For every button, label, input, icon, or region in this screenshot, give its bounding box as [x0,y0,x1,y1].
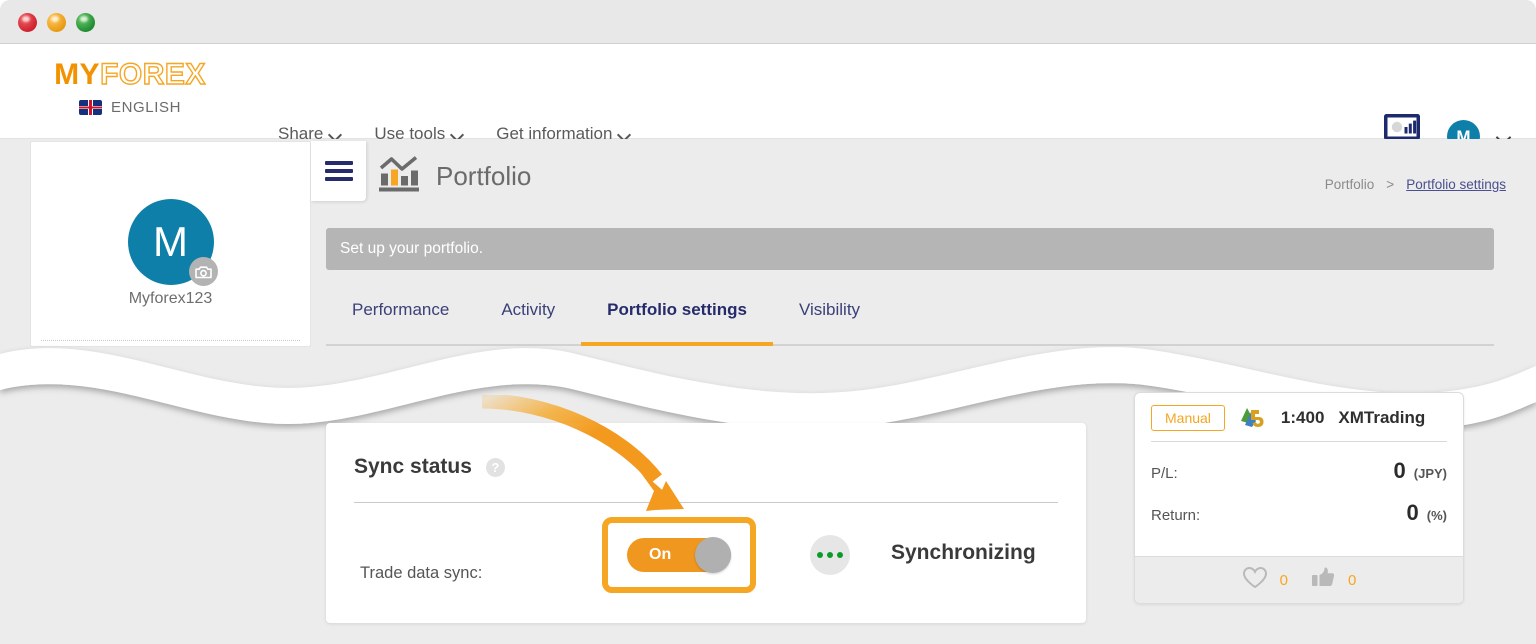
language-label: ENGLISH [110,99,182,116]
pl-value: 0 [1393,458,1406,483]
pl-unit: (JPY) [1413,466,1447,481]
tab-bar: Performance Activity Portfolio settings … [326,300,1494,346]
close-button[interactable] [18,13,37,32]
thumbs-up-count: 0 [1348,571,1357,589]
sidebar-toggle-button[interactable] [311,141,366,201]
divider [41,340,300,341]
return-label: Return: [1151,507,1201,524]
profile-avatar[interactable]: M [127,199,218,286]
tab-performance[interactable]: Performance [326,300,475,344]
thumbs-up-action[interactable]: 0 [1310,566,1356,594]
trade-data-sync-label: Trade data sync: [360,563,483,582]
chevron-down-icon [619,129,629,139]
camera-icon[interactable] [188,257,218,286]
question-mark-icon[interactable]: ? [485,457,505,477]
language-selector[interactable]: ENGLISH [30,99,230,116]
leverage-value: 1:400 [1280,408,1325,427]
tab-activity[interactable]: Activity [475,300,581,344]
return-unit: (%) [1426,508,1447,523]
return-value: 0 [1406,500,1419,525]
breadcrumb-current[interactable]: Portfolio settings [1406,177,1506,192]
status-badge: Manual [1151,405,1225,431]
brand-logo-forex: FOREX [99,58,206,91]
page-title-row: Portfolio [378,155,531,198]
bar-chart-icon [378,155,420,198]
dot [816,551,824,559]
breadcrumb: Portfolio > Portfolio settings [1325,177,1506,192]
dot [836,551,844,559]
profile-username: Myforex123 [128,290,213,307]
window-controls [18,13,95,32]
maximize-button[interactable] [76,13,95,32]
sync-status-title: Sync status [354,455,472,478]
toggle-state-label: On [649,546,672,563]
uk-flag-icon [78,100,102,115]
breadcrumb-separator: > [1386,177,1395,192]
sidebar-profile-card: M Myforex123 [30,141,311,347]
heart-count: 0 [1279,571,1288,589]
like-heart-action[interactable]: 0 [1242,566,1288,594]
notice-banner: Set up your portfolio. [326,228,1494,270]
toggle-knob[interactable] [695,537,731,573]
table-row: P/L: 0 (JPY) [1135,442,1463,484]
window-titlebar [0,0,1536,44]
mt5-logo-icon [1239,405,1267,431]
tab-label: Portfolio settings [607,300,747,319]
account-card: Manual 1:400 XMTrading P/L: 0 (JPY) Retu… [1134,392,1464,604]
sync-status-text: Synchronizing [891,541,1036,564]
chevron-down-icon [452,129,462,139]
account-card-header: Manual 1:400 XMTrading [1135,393,1463,441]
dot [826,551,834,559]
pl-label: P/L: [1151,465,1178,482]
minimize-button[interactable] [47,13,66,32]
profile-avatar-initial: M [153,218,188,265]
page-title: Portfolio [436,161,532,191]
app-window: MYFOREX ENGLISH Share Use tools Get info… [0,0,1536,644]
three-dots-icon [810,535,850,575]
tab-visibility[interactable]: Visibility [773,300,886,344]
heart-icon [1242,566,1268,594]
brand-logo[interactable]: MYFOREX ENGLISH [30,58,230,116]
hamburger-menu-icon [324,157,353,185]
thumbs-up-icon [1310,566,1336,594]
avatar-wrapper: M [127,199,218,286]
tab-label: Activity [501,300,556,319]
broker-name: XMTrading [1338,408,1426,427]
tab-label: Visibility [798,300,861,319]
tab-label: Performance [352,300,450,319]
site-header: MYFOREX ENGLISH Share Use tools Get info… [0,44,1536,154]
breadcrumb-root[interactable]: Portfolio [1325,177,1375,192]
tab-portfolio-settings[interactable]: Portfolio settings [581,300,773,346]
account-card-footer: 0 0 [1135,556,1463,603]
chevron-down-icon [330,129,340,139]
brand-logo-text: MYFOREX [30,58,230,91]
table-row: Return: 0 (%) [1135,484,1463,526]
divider [354,502,1058,503]
brand-logo-my: MY [54,58,101,91]
sync-card-header: Sync status ? [354,455,505,479]
notice-text: Set up your portfolio. [340,240,484,257]
trade-data-sync-toggle[interactable]: On [627,537,731,573]
